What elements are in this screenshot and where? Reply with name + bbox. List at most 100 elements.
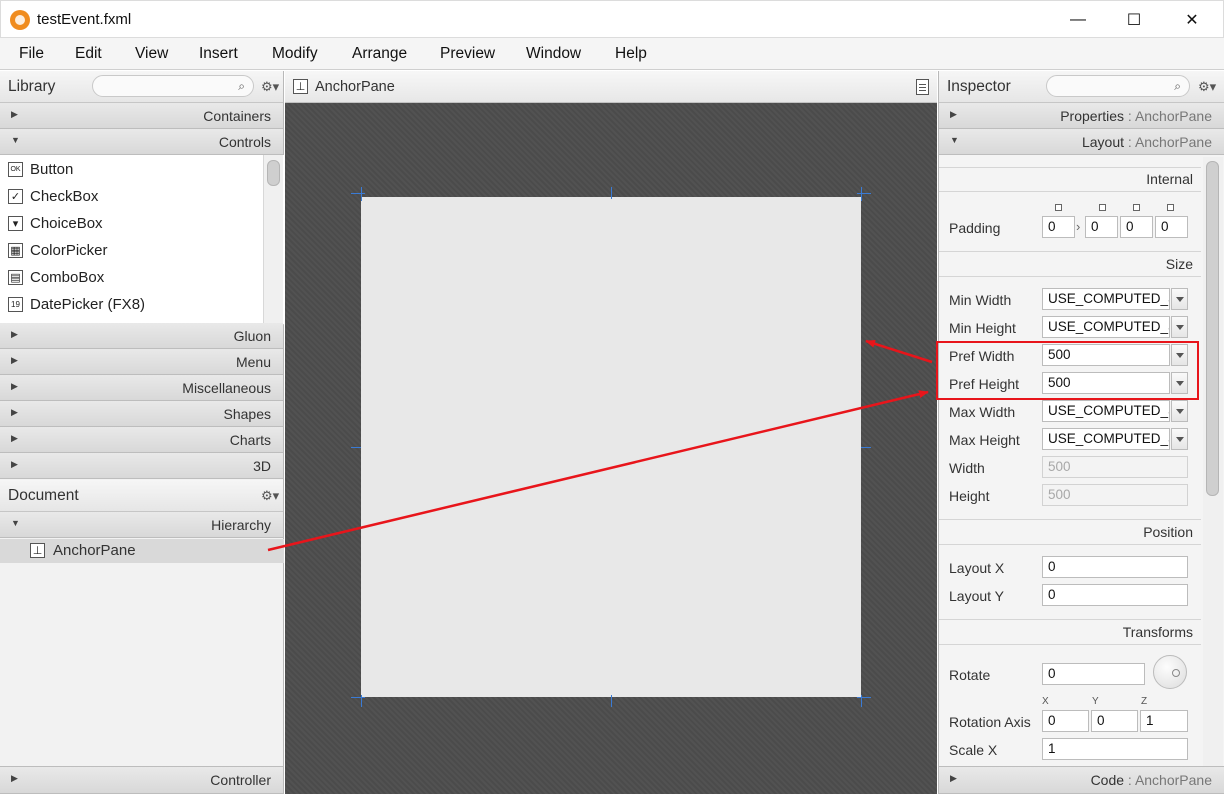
menu-insert[interactable]: Insert xyxy=(199,45,238,63)
library-scroll-thumb[interactable] xyxy=(267,160,280,186)
selection-handle[interactable] xyxy=(611,187,612,199)
pref-width-input[interactable]: 500 xyxy=(1042,344,1170,366)
scale-x-label: Scale X xyxy=(949,742,998,758)
divider xyxy=(939,251,1201,252)
collapsed-triangle-icon: ▶ xyxy=(950,773,957,783)
expanded-triangle-icon: ▼ xyxy=(11,518,20,528)
minimize-button[interactable]: — xyxy=(1049,1,1107,39)
library-search-input[interactable]: ⌕ xyxy=(92,75,254,97)
max-width-input[interactable]: USE_COMPUTED_SIZE xyxy=(1042,400,1170,422)
min-width-input[interactable]: USE_COMPUTED_SIZE xyxy=(1042,288,1170,310)
hierarchy-item-anchorpane[interactable]: ⊥ AnchorPane xyxy=(0,539,284,563)
inspector-search-input[interactable]: ⌕ xyxy=(1046,75,1190,97)
padding-bottom-input[interactable]: 0 xyxy=(1120,216,1153,238)
selection-handle[interactable] xyxy=(361,187,362,201)
max-height-input[interactable]: USE_COMPUTED_SIZE xyxy=(1042,428,1170,450)
menu-edit[interactable]: Edit xyxy=(75,45,102,63)
rotate-input[interactable]: 0 xyxy=(1042,663,1145,685)
combobox-icon: ▤ xyxy=(8,269,23,285)
pref-height-dropdown[interactable] xyxy=(1171,372,1188,394)
content-canvas[interactable]: ⊥ AnchorPane xyxy=(285,71,937,794)
inspector-scroll-thumb[interactable] xyxy=(1206,161,1219,496)
collapsed-triangle-icon: ▶ xyxy=(11,773,18,783)
inspector-scrollbar[interactable] xyxy=(1203,157,1223,767)
padding-right-input[interactable]: 0 xyxy=(1085,216,1118,238)
divider xyxy=(939,544,1201,545)
library-scrollbar[interactable] xyxy=(263,155,283,323)
pref-width-dropdown[interactable] xyxy=(1171,344,1188,366)
list-item-combobox[interactable]: ▤ ComboBox xyxy=(8,266,104,288)
layout-y-input[interactable]: 0 xyxy=(1042,584,1188,606)
pref-height-input[interactable]: 500 xyxy=(1042,372,1170,394)
menu-arrange[interactable]: Arrange xyxy=(352,45,407,63)
document-title: Document xyxy=(8,487,79,504)
library-section-gluon[interactable]: ▶ Gluon xyxy=(0,323,283,349)
list-item-checkbox[interactable]: ✓ CheckBox xyxy=(8,185,98,207)
inspector-section-code[interactable]: ▶ Code : AnchorPane xyxy=(939,766,1224,794)
document-section-controller[interactable]: ▶ Controller xyxy=(0,766,283,794)
padding-link-icon[interactable]: › xyxy=(1076,219,1080,234)
library-section-3d[interactable]: ▶ 3D xyxy=(0,453,283,479)
rotation-axis-y-input[interactable]: 0 xyxy=(1091,710,1138,732)
min-height-input[interactable]: USE_COMPUTED_SIZE xyxy=(1042,316,1170,338)
list-item-choicebox[interactable]: ▾ ChoiceBox xyxy=(8,212,103,234)
axis-x-label: X xyxy=(1042,696,1049,707)
canvas-header: ⊥ AnchorPane xyxy=(285,71,937,103)
inspector-gear-icon[interactable]: ⚙▾ xyxy=(1198,79,1216,95)
selection-handle[interactable] xyxy=(857,697,871,698)
library-gear-icon[interactable]: ⚙▾ xyxy=(261,79,279,95)
menu-help[interactable]: Help xyxy=(615,45,647,63)
list-item-button[interactable]: OK Button xyxy=(8,158,73,180)
document-icon[interactable] xyxy=(916,79,929,95)
selection-handle[interactable] xyxy=(351,193,365,194)
collapsed-triangle-icon: ▶ xyxy=(11,407,18,417)
library-section-charts[interactable]: ▶ Charts xyxy=(0,427,283,453)
menu-window[interactable]: Window xyxy=(526,45,581,63)
checkbox-icon: ✓ xyxy=(8,188,23,204)
padding-left-input[interactable]: 0 xyxy=(1155,216,1188,238)
document-section-hierarchy[interactable]: ▼ Hierarchy xyxy=(0,512,283,538)
padding-top-input[interactable]: 0 xyxy=(1042,216,1075,238)
collapsed-triangle-icon: ▶ xyxy=(11,109,18,119)
min-width-dropdown[interactable] xyxy=(1171,288,1188,310)
max-width-dropdown[interactable] xyxy=(1171,400,1188,422)
menu-file[interactable]: File xyxy=(19,45,44,63)
rotation-axis-z-input[interactable]: 1 xyxy=(1140,710,1188,732)
selection-handle[interactable] xyxy=(861,187,862,201)
width-label: Width xyxy=(949,460,985,476)
library-section-containers[interactable]: ▶ Containers xyxy=(0,103,283,129)
colorpicker-icon: ▦ xyxy=(8,242,23,258)
canvas-breadcrumb[interactable]: AnchorPane xyxy=(315,79,395,95)
library-section-miscellaneous[interactable]: ▶ Miscellaneous xyxy=(0,375,283,401)
library-section-menu[interactable]: ▶ Menu xyxy=(0,349,283,375)
selection-handle[interactable] xyxy=(351,447,361,448)
library-section-shapes[interactable]: ▶ Shapes xyxy=(0,401,283,427)
divider xyxy=(939,619,1201,620)
menu-view[interactable]: View xyxy=(135,45,168,63)
maximize-button[interactable]: ☐ xyxy=(1105,1,1163,39)
close-button[interactable]: ✕ xyxy=(1163,1,1221,39)
anchorpane-preview[interactable] xyxy=(361,197,861,697)
layout-x-input[interactable]: 0 xyxy=(1042,556,1188,578)
selection-handle[interactable] xyxy=(351,697,365,698)
selection-handle[interactable] xyxy=(361,695,362,707)
document-gear-icon[interactable]: ⚙▾ xyxy=(261,488,279,504)
menu-modify[interactable]: Modify xyxy=(272,45,318,63)
menu-bar: File Edit View Insert Modify Arrange Pre… xyxy=(0,38,1224,70)
selection-handle[interactable] xyxy=(611,695,612,707)
list-item-colorpicker[interactable]: ▦ ColorPicker xyxy=(8,239,108,261)
selection-handle[interactable] xyxy=(861,695,862,707)
menu-preview[interactable]: Preview xyxy=(440,45,495,63)
controls-list: OK Button ✓ CheckBox ▾ ChoiceBox ▦ Color… xyxy=(0,155,284,325)
selection-handle[interactable] xyxy=(857,193,871,194)
inspector-section-properties[interactable]: ▶ Properties : AnchorPane xyxy=(939,103,1224,129)
rotate-knob[interactable] xyxy=(1153,655,1187,689)
inspector-section-layout[interactable]: ▼ Layout : AnchorPane xyxy=(939,129,1224,155)
scale-x-input[interactable]: 1 xyxy=(1042,738,1188,760)
selection-handle[interactable] xyxy=(861,447,871,448)
min-height-dropdown[interactable] xyxy=(1171,316,1188,338)
rotation-axis-x-input[interactable]: 0 xyxy=(1042,710,1089,732)
max-height-dropdown[interactable] xyxy=(1171,428,1188,450)
library-section-controls[interactable]: ▼ Controls xyxy=(0,129,283,155)
list-item-datepicker[interactable]: 19 DatePicker (FX8) xyxy=(8,293,145,315)
